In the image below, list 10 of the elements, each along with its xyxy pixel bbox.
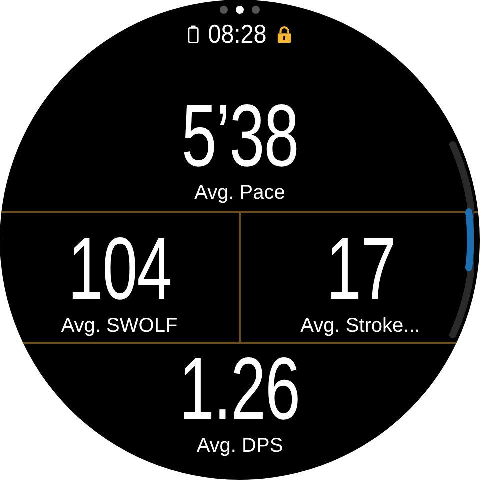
metric-label: Avg. Stroke... <box>300 314 420 338</box>
battery-icon <box>188 24 200 44</box>
metric-label: Avg. DPS <box>196 434 284 458</box>
pace-value: 5’38 <box>182 91 298 181</box>
stroke-value: 17 <box>326 224 396 314</box>
dps-value: 1.26 <box>180 344 300 434</box>
metric-label: Avg. Pace <box>194 181 286 205</box>
swolf-value: 104 <box>68 224 172 314</box>
metric-label: Avg. SWOLF <box>61 314 178 338</box>
clock-time: 08:28 <box>208 18 268 50</box>
